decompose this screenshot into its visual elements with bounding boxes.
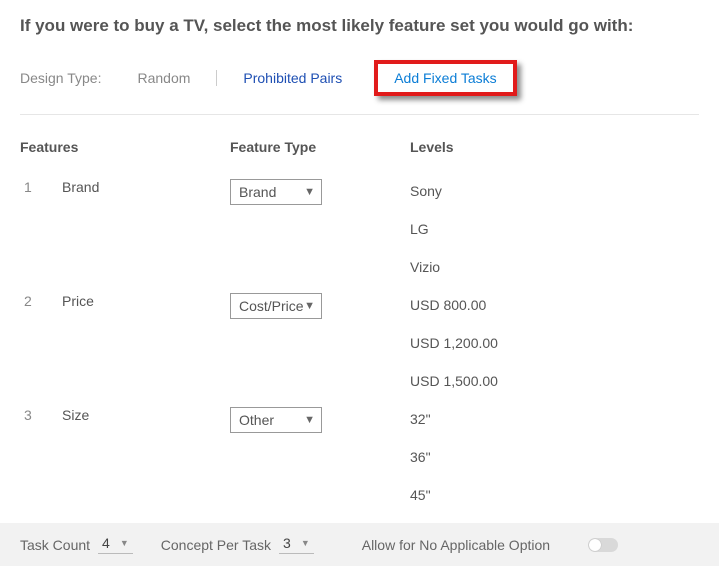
feature-type-select[interactable]: Other ▼ [230, 407, 322, 433]
design-type-label: Design Type: [20, 70, 101, 86]
feature-name: Brand [62, 179, 230, 195]
feature-index: 3 [20, 407, 62, 423]
chevron-down-icon: ▼ [304, 186, 315, 198]
select-value: Other [239, 412, 274, 428]
select-value: Cost/Price [239, 298, 304, 314]
level-value: 32" [410, 411, 699, 427]
header-features: Features [20, 139, 230, 161]
header-feature-type: Feature Type [230, 139, 410, 161]
chevron-down-icon: ▼ [120, 538, 129, 548]
feature-name: Size [62, 407, 230, 423]
levels-list: Sony LG Vizio [410, 179, 699, 275]
feature-type-select[interactable]: Cost/Price ▼ [230, 293, 322, 319]
level-value: 36" [410, 449, 699, 465]
feature-index: 2 [20, 293, 62, 309]
select-value: Brand [239, 184, 276, 200]
design-type-value: Random [137, 70, 190, 86]
separator-icon [216, 70, 217, 86]
level-value: USD 800.00 [410, 297, 699, 313]
level-value: Sony [410, 183, 699, 199]
design-toolbar: Design Type: Random Prohibited Pairs Add… [20, 60, 699, 115]
features-grid: Features Feature Type Levels 1 Brand Bra… [20, 139, 699, 503]
level-value: USD 1,200.00 [410, 335, 699, 351]
feature-name: Price [62, 293, 230, 309]
chevron-down-icon: ▼ [304, 414, 315, 426]
feature-index: 1 [20, 179, 62, 195]
header-levels: Levels [410, 139, 699, 161]
prohibited-pairs-link[interactable]: Prohibited Pairs [243, 70, 342, 86]
allow-na-toggle[interactable] [588, 538, 618, 552]
task-count-dropdown[interactable]: 4 ▼ [98, 535, 133, 554]
concept-per-task-dropdown[interactable]: 3 ▼ [279, 535, 314, 554]
levels-list: 32" 36" 45" [410, 407, 699, 503]
chevron-down-icon: ▼ [304, 300, 315, 312]
concept-per-task-value: 3 [283, 535, 291, 551]
chevron-down-icon: ▼ [301, 538, 310, 548]
level-value: LG [410, 221, 699, 237]
add-fixed-tasks-link[interactable]: Add Fixed Tasks [388, 68, 502, 88]
level-value: 45" [410, 487, 699, 503]
add-fixed-tasks-highlight: Add Fixed Tasks [374, 60, 516, 96]
feature-type-select[interactable]: Brand ▼ [230, 179, 322, 205]
concept-per-task-label: Concept Per Task [161, 537, 271, 553]
levels-list: USD 800.00 USD 1,200.00 USD 1,500.00 [410, 293, 699, 389]
question-prompt: If you were to buy a TV, select the most… [20, 16, 699, 36]
allow-na-label: Allow for No Applicable Option [362, 537, 550, 553]
footer-bar: Task Count 4 ▼ Concept Per Task 3 ▼ Allo… [0, 523, 719, 566]
task-count-value: 4 [102, 535, 110, 551]
level-value: Vizio [410, 259, 699, 275]
task-count-label: Task Count [20, 537, 90, 553]
level-value: USD 1,500.00 [410, 373, 699, 389]
